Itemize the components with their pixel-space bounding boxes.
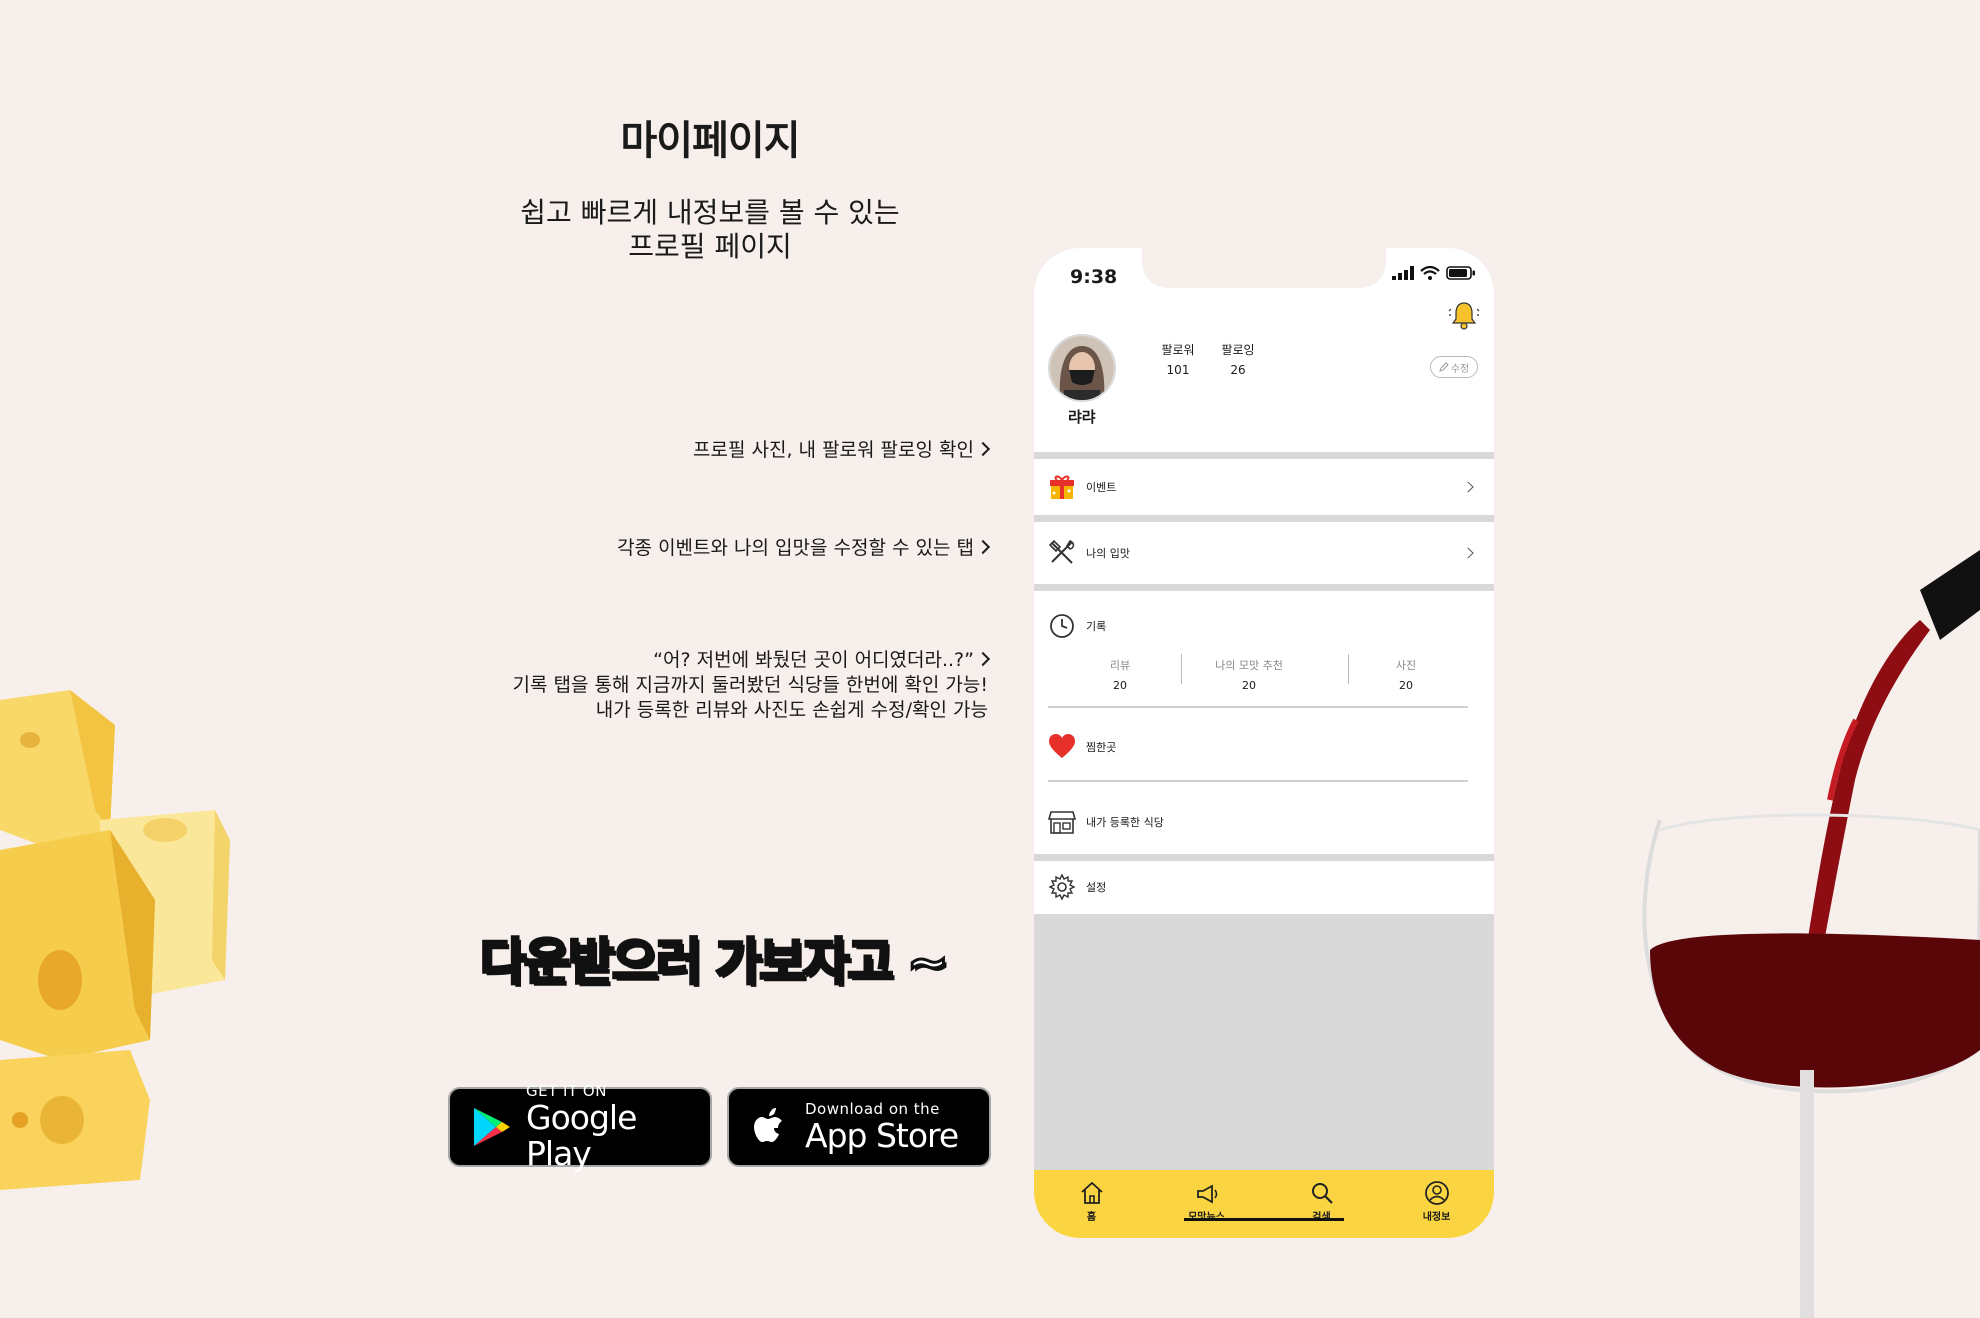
record-stat-label: 리뷰 bbox=[1109, 659, 1131, 672]
record-stat-recommend[interactable]: 나의 모맛 추천 20 bbox=[1194, 656, 1304, 696]
megaphone-icon bbox=[1196, 1184, 1217, 1204]
phone-mockup: 9:38 랴랴 팔로워 101 팔로잉 26 수정 이벤트 나의 입맛 기록 리… bbox=[1034, 248, 1494, 1238]
app-store-badge[interactable]: Download on the App Store bbox=[727, 1087, 991, 1167]
description-tabs-text: 각종 이벤트와 나의 입맛을 수정할 수 있는 탭 bbox=[617, 537, 974, 559]
google-play-badge[interactable]: GET IT ON Google Play bbox=[448, 1082, 712, 1172]
following-stat[interactable]: 팔로잉 26 bbox=[1210, 340, 1266, 380]
username: 랴랴 bbox=[1068, 408, 1096, 426]
clock-icon bbox=[1050, 614, 1074, 638]
heart-icon bbox=[1049, 734, 1075, 758]
fork-knife-icon bbox=[1048, 539, 1075, 564]
menu-item-event[interactable]: 이벤트 bbox=[1034, 459, 1494, 515]
menu-item-my-taste[interactable]: 나의 입맛 bbox=[1034, 522, 1494, 584]
gear-icon bbox=[1048, 873, 1076, 901]
menu-item-settings[interactable]: 설정 bbox=[1034, 861, 1494, 913]
record-stat-label: 사진 bbox=[1395, 659, 1417, 672]
cheese-decoration bbox=[0, 690, 230, 1190]
tab-home[interactable]: 홈 bbox=[1034, 1170, 1149, 1238]
search-icon bbox=[1311, 1183, 1333, 1204]
menu-label-event: 이벤트 bbox=[1086, 481, 1117, 494]
section-divider bbox=[1034, 854, 1494, 861]
record-stat-label: 나의 모맛 추천 bbox=[1215, 659, 1283, 672]
status-time: 9:38 bbox=[1070, 266, 1118, 288]
followers-count: 101 bbox=[1166, 363, 1190, 377]
menu-label-my-restaurants: 내가 등록한 식당 bbox=[1086, 816, 1164, 829]
menu-label-record: 기록 bbox=[1086, 620, 1107, 633]
section-divider bbox=[1034, 584, 1494, 591]
pencil-icon bbox=[1439, 362, 1449, 372]
wifi-icon bbox=[1420, 266, 1440, 280]
avatar[interactable] bbox=[1048, 334, 1116, 402]
record-stat-value: 20 bbox=[1113, 679, 1127, 692]
chevron-right-icon bbox=[1462, 481, 1474, 493]
tab-news[interactable]: 모맛뉴스 bbox=[1149, 1170, 1264, 1238]
description-record-line-2: 기록 탭을 통해 지금까지 둘러봤던 식당들 한번에 확인 가능! bbox=[512, 674, 988, 696]
page-title: 마이페이지 bbox=[620, 118, 801, 164]
wine-glass-decoration bbox=[1642, 550, 1980, 1318]
status-icons bbox=[1392, 266, 1476, 280]
record-stat-value: 20 bbox=[1399, 679, 1413, 692]
menu-label-favorites: 찜한곳 bbox=[1086, 741, 1117, 754]
battery-icon bbox=[1446, 266, 1475, 280]
user-icon bbox=[1424, 1181, 1449, 1205]
page-subtitle: 쉽고 빠르게 내정보를 볼 수 있는 프로필 페이지 bbox=[470, 196, 950, 264]
gift-icon bbox=[1050, 475, 1074, 499]
phone-notch bbox=[1142, 248, 1386, 288]
tab-label: 홈 bbox=[1086, 1212, 1097, 1223]
menu-item-my-restaurants[interactable]: 내가 등록한 식당 bbox=[1034, 790, 1494, 854]
description-profile-text: 프로필 사진, 내 팔로워 팔로잉 확인 bbox=[693, 439, 974, 461]
profile-section: 랴랴 팔로워 101 팔로잉 26 수정 bbox=[1034, 328, 1494, 448]
tab-search[interactable]: 검색 bbox=[1264, 1170, 1379, 1238]
following-label: 팔로잉 bbox=[1221, 343, 1255, 357]
section-divider bbox=[1034, 515, 1494, 522]
menu-item-favorites[interactable]: 찜한곳 bbox=[1034, 716, 1494, 778]
store-icon bbox=[1048, 811, 1076, 834]
avatar-image bbox=[1050, 336, 1114, 400]
record-stat-review[interactable]: 리뷰 20 bbox=[1078, 656, 1162, 696]
edit-profile-button[interactable]: 수정 bbox=[1430, 356, 1478, 378]
description-record-quote: “어? 저번에 봐뒀던 곳이 어디였더라..?” bbox=[653, 649, 974, 671]
followers-label: 팔로워 bbox=[1161, 343, 1195, 357]
chevron-right-icon bbox=[1462, 547, 1474, 559]
subtitle-line-1: 쉽고 빠르게 내정보를 볼 수 있는 bbox=[520, 196, 900, 229]
description-record-line-3: 내가 등록한 리뷰와 사진도 손쉽게 수정/확인 가능 bbox=[595, 699, 988, 721]
apple-logo-icon bbox=[754, 1108, 782, 1142]
google-play-icon bbox=[474, 1108, 510, 1146]
download-slogan: 다운받으러 가보자고 ~ bbox=[479, 932, 951, 993]
stat-separator bbox=[1181, 654, 1182, 684]
edit-label: 수정 bbox=[1450, 363, 1470, 375]
followers-stat[interactable]: 팔로워 101 bbox=[1150, 340, 1206, 380]
tab-label: 내정보 bbox=[1422, 1212, 1451, 1223]
record-stat-value: 20 bbox=[1242, 679, 1256, 692]
description-tabs: 각종 이벤트와 나의 입맛을 수정할 수 있는 탭 bbox=[617, 536, 991, 561]
record-stat-photo[interactable]: 사진 20 bbox=[1364, 656, 1448, 696]
row-divider bbox=[1048, 706, 1468, 708]
row-divider bbox=[1048, 780, 1468, 782]
tab-my-info[interactable]: 내정보 bbox=[1379, 1170, 1494, 1238]
apple-badge-big-text: App Store bbox=[805, 1116, 959, 1155]
menu-label-settings: 설정 bbox=[1086, 881, 1107, 894]
menu-item-record[interactable]: 기록 bbox=[1034, 598, 1494, 654]
active-tab-indicator bbox=[1184, 1218, 1344, 1221]
section-divider bbox=[1034, 452, 1494, 459]
menu-label-my-taste: 나의 입맛 bbox=[1086, 547, 1130, 560]
description-profile: 프로필 사진, 내 팔로워 팔로잉 확인 bbox=[693, 438, 991, 463]
stat-separator bbox=[1348, 654, 1349, 684]
chevron-right-icon bbox=[975, 441, 991, 457]
description-record: “어? 저번에 봐뒀던 곳이 어디였더라..?” 기록 탭을 통해 지금까지 둘… bbox=[512, 648, 991, 723]
following-count: 26 bbox=[1230, 363, 1246, 377]
signal-icon bbox=[1392, 266, 1414, 280]
bottom-tab-bar: 홈 모맛뉴스 검색 내정보 bbox=[1034, 1170, 1494, 1238]
home-icon bbox=[1080, 1181, 1103, 1204]
chevron-right-icon bbox=[975, 539, 991, 555]
empty-content-area bbox=[1034, 914, 1494, 1170]
google-badge-big-text: Google Play bbox=[526, 1098, 637, 1173]
chevron-right-icon bbox=[975, 651, 991, 667]
notification-bell-icon[interactable] bbox=[1448, 300, 1480, 330]
subtitle-line-2: 프로필 페이지 bbox=[628, 230, 792, 263]
